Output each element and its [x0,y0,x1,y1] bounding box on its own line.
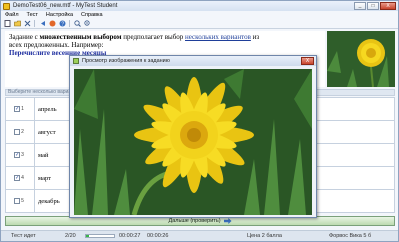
app-window: DemoTest06_new.mtf - MyTest Student _ □ … [0,0,399,242]
zoom-in-icon[interactable] [73,20,81,28]
maximize-button[interactable]: □ [367,2,379,10]
status-progress-count: 2/20 [65,233,76,239]
answer-text: май [38,151,49,159]
divider [34,167,35,189]
status-mode: Тест идет [11,233,36,239]
question-image-thumbnail[interactable] [327,31,395,87]
answer-text: апрель [38,105,57,113]
image-icon [73,58,79,64]
question-link[interactable]: нескольких вариантов [185,33,251,41]
dialog-title: Просмотр изображения к заданию [82,58,170,64]
answer-index: 3 [21,152,24,158]
menu-file[interactable]: Файл [1,12,23,18]
answer-checkbox[interactable] [14,198,21,204]
status-version: Форвос Вика 5 б [329,233,372,239]
answer-index: 5 [21,198,24,204]
menu-help[interactable]: Справка [77,12,107,18]
divider [34,121,35,143]
toolbar-separator [69,20,70,27]
answer-checkbox-checked[interactable]: ✓ [14,175,21,181]
close-file-icon[interactable] [23,20,31,28]
answer-text: декабрь [38,197,60,205]
question-text-part: предполагает выбор [121,33,186,41]
app-icon [3,2,10,10]
divider [34,98,35,120]
back-icon[interactable] [38,20,46,28]
dialog-close-button[interactable]: X [301,57,314,65]
answer-number: ✓ 1 [6,98,32,120]
answer-number: 5 [6,190,32,212]
toolbar-separator [34,20,35,27]
close-button[interactable]: X [380,2,396,10]
question-text-part: Задание с [9,33,40,41]
next-button-label: Дальше (проверить) [168,218,221,224]
answer-text: март [38,174,51,182]
divider [34,144,35,166]
zoom-out-icon[interactable] [83,20,91,28]
question-bold-text: множественным выбором [39,33,122,41]
window-controls: _ □ X [354,2,396,10]
status-time-spent: 00:00:27 [119,233,141,239]
menu-settings[interactable]: Настройка [42,12,77,18]
answer-checkbox[interactable] [14,129,21,135]
divider [34,190,35,212]
status-bar: Тест идет 2/20 00:00:27 00:00:26 Цена 2 … [1,230,398,241]
svg-text:?: ? [61,22,64,28]
status-price: Цена 2 балла [247,233,282,239]
progress-fill [86,235,89,237]
question-text-part: из [250,33,260,41]
answer-checkbox-checked[interactable]: ✓ [14,106,21,112]
arrow-right-icon [223,218,232,224]
question-line-2: всех предложенных. Например: [9,41,104,49]
open-icon[interactable] [13,20,21,28]
answer-number: 2 [6,121,32,143]
question-line-1: Задание с множественным выбором предпола… [9,33,321,41]
toolbar: ? [1,19,398,29]
answer-number: ✓ 3 [6,144,32,166]
new-icon[interactable] [3,20,11,28]
dandelion-image [74,69,312,215]
answer-index: 4 [21,175,24,181]
title-bar[interactable]: DemoTest06_new.mtf - MyTest Student _ □ … [1,1,398,11]
menu-bar: Файл Тест Настройка Справка [1,11,398,19]
answer-index: 1 [21,106,24,112]
progress-bar [85,234,115,238]
dialog-title-bar[interactable]: Просмотр изображения к заданию X [70,56,316,66]
menu-test[interactable]: Тест [23,12,42,18]
answer-index: 2 [21,129,24,135]
window-title: DemoTest06_new.mtf - MyTest Student [13,3,118,9]
minimize-button[interactable]: _ [354,2,366,10]
answer-number: ✓ 4 [6,167,32,189]
help-icon[interactable]: ? [58,20,66,28]
stop-icon[interactable] [48,20,56,28]
answer-checkbox-checked[interactable]: ✓ [14,152,21,158]
status-time-total: 00:00:26 [147,233,169,239]
image-preview-dialog: Просмотр изображения к заданию X [69,55,317,218]
answer-text: август [38,128,56,136]
